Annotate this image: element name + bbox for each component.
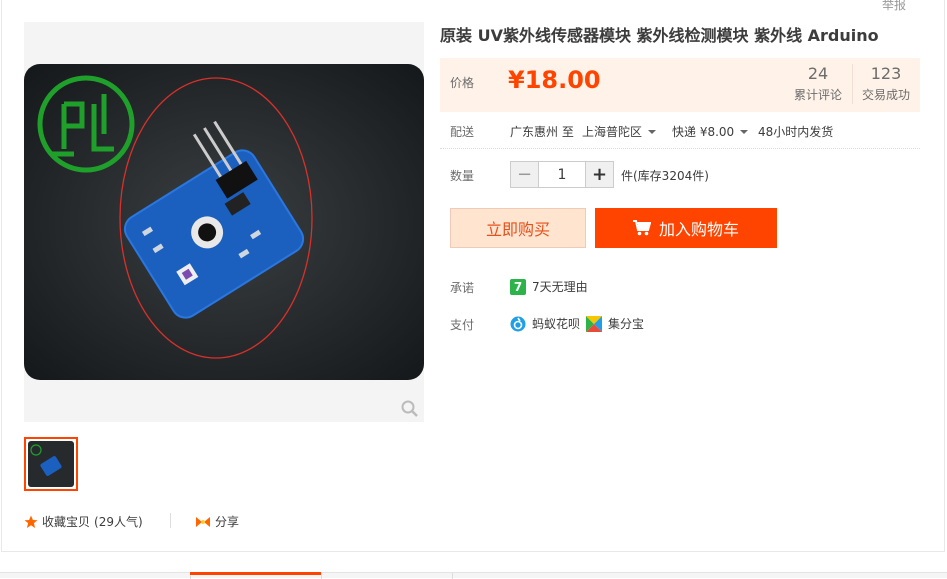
favorite-count: (29人气) [94,515,143,529]
share-label: 分享 [215,515,240,529]
image-gallery[interactable] [24,22,424,422]
promise-text: 7天无理由 [532,280,588,294]
sales-count: 123 [870,64,902,83]
seven-day-icon: 7 [510,278,526,295]
stock-info: 件(库存3204件) [621,169,709,183]
favorite-button[interactable]: 收藏宝贝 (29人气) [24,513,143,530]
zoom-icon[interactable] [401,400,419,418]
add-to-cart-button[interactable]: 加入购物车 [595,208,777,248]
sales-label: 交易成功 [861,88,910,102]
price-panel: 价格 ¥18.00 24 累计评论 123 交易成功 [440,58,920,112]
shipping-destination: 上海普陀区 [582,125,643,139]
price-label: 价格 [450,76,475,90]
cart-icon [632,220,651,236]
price-value: ¥18.00 [508,66,601,94]
promise-label: 承诺 [450,281,475,295]
star-icon [24,515,38,528]
report-link[interactable]: 举报 [882,0,906,13]
shipping-method: 快递 ¥8.00 [672,125,735,139]
shipping-method-select[interactable]: 快递 ¥8.00 [672,123,749,140]
payment-method-jifenbao[interactable]: 集分宝 [608,315,644,332]
shipping-row: 配送 广东惠州 至 上海普陀区 快递 ¥8.00 48小时内发货 [440,122,920,149]
quantity-input[interactable] [538,162,586,187]
payment-label: 支付 [450,318,475,332]
chevron-down-icon [648,129,657,134]
product-title: 原装 UV紫外线传感器模块 紫外线检测模块 紫外线 Arduino [440,26,879,45]
thumbnail-1[interactable] [24,437,78,491]
sales-stat: 123 交易成功 [852,64,920,103]
shipping-from: 广东惠州 至 [510,125,574,139]
tab-divider [452,573,453,579]
quantity-stepper: − + [510,161,614,188]
huabei-icon [510,316,526,331]
quantity-label: 数量 [450,169,475,183]
promise-item[interactable]: 7 7天无理由 [510,278,588,295]
decrease-button[interactable]: − [511,162,538,187]
detail-tabbar[interactable] [0,572,947,579]
increase-button[interactable]: + [586,162,613,187]
shipping-label: 配送 [450,125,475,139]
shipping-destination-select[interactable]: 上海普陀区 [582,123,657,140]
active-tab-indicator [190,572,321,575]
add-to-cart-label: 加入购物车 [658,220,739,239]
reviews-count: 24 [807,64,829,83]
dispatch-time: 48小时内发货 [758,125,834,139]
divider [170,513,171,528]
reviews-label: 累计评论 [793,88,842,102]
payment-method-huabei[interactable]: 蚂蚁花呗 [532,315,580,332]
main-product-image[interactable] [24,64,424,380]
tab-divider [321,573,322,579]
reviews-stat[interactable]: 24 累计评论 [784,64,852,103]
chevron-down-icon [740,129,749,134]
payment-methods: 蚂蚁花呗 集分宝 [510,315,644,332]
jifenbao-icon [586,315,603,332]
share-button[interactable]: 分享 [195,513,239,530]
favorite-label: 收藏宝贝 [42,515,91,529]
share-icon [196,516,210,527]
buy-now-button[interactable]: 立即购买 [450,208,586,248]
